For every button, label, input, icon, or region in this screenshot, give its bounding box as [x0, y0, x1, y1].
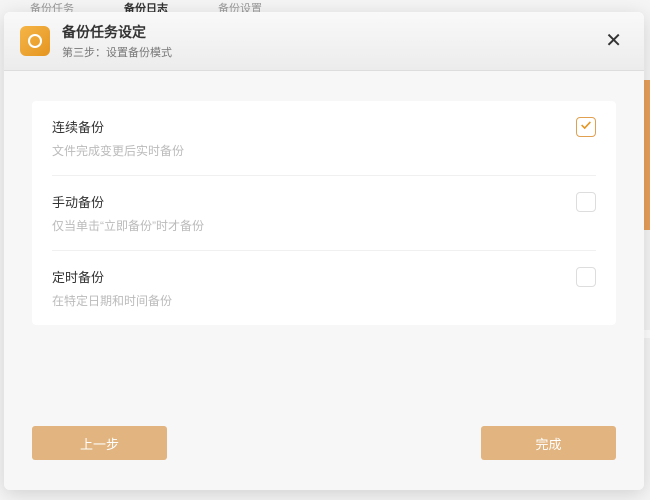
app-icon: [20, 26, 50, 56]
option-scheduled-backup[interactable]: 定时备份 在特定日期和时间备份: [52, 251, 596, 325]
backup-settings-modal: 备份任务设定 第三步：设置备份模式 ✕ 连续备份 文件完成变更后实时备份 手动备: [4, 12, 644, 490]
modal-title: 备份任务设定: [62, 22, 599, 42]
option-desc: 文件完成变更后实时备份: [52, 142, 576, 159]
option-manual-backup[interactable]: 手动备份 仅当单击“立即备份”时才备份: [52, 176, 596, 251]
option-desc: 仅当单击“立即备份”时才备份: [52, 217, 576, 234]
modal-header: 备份任务设定 第三步：设置备份模式 ✕: [4, 12, 644, 71]
close-icon[interactable]: ✕: [599, 27, 628, 55]
done-button[interactable]: 完成: [481, 426, 616, 460]
checkbox[interactable]: [576, 267, 596, 287]
options-card: 连续备份 文件完成变更后实时备份 手动备份 仅当单击“立即备份”时才备份: [32, 101, 616, 325]
checkbox[interactable]: [576, 117, 596, 137]
option-desc: 在特定日期和时间备份: [52, 292, 576, 309]
option-label: 连续备份: [52, 117, 576, 136]
modal-footer: 上一步 完成: [4, 408, 644, 490]
option-label: 定时备份: [52, 267, 576, 286]
checkmark-icon: [579, 118, 593, 137]
modal-body: 连续备份 文件完成变更后实时备份 手动备份 仅当单击“立即备份”时才备份: [4, 71, 644, 408]
option-continuous-backup[interactable]: 连续备份 文件完成变更后实时备份: [52, 101, 596, 176]
header-titles: 备份任务设定 第三步：设置备份模式: [62, 22, 599, 60]
option-label: 手动备份: [52, 192, 576, 211]
modal-subtitle: 第三步：设置备份模式: [62, 44, 599, 60]
checkbox[interactable]: [576, 192, 596, 212]
prev-button[interactable]: 上一步: [32, 426, 167, 460]
